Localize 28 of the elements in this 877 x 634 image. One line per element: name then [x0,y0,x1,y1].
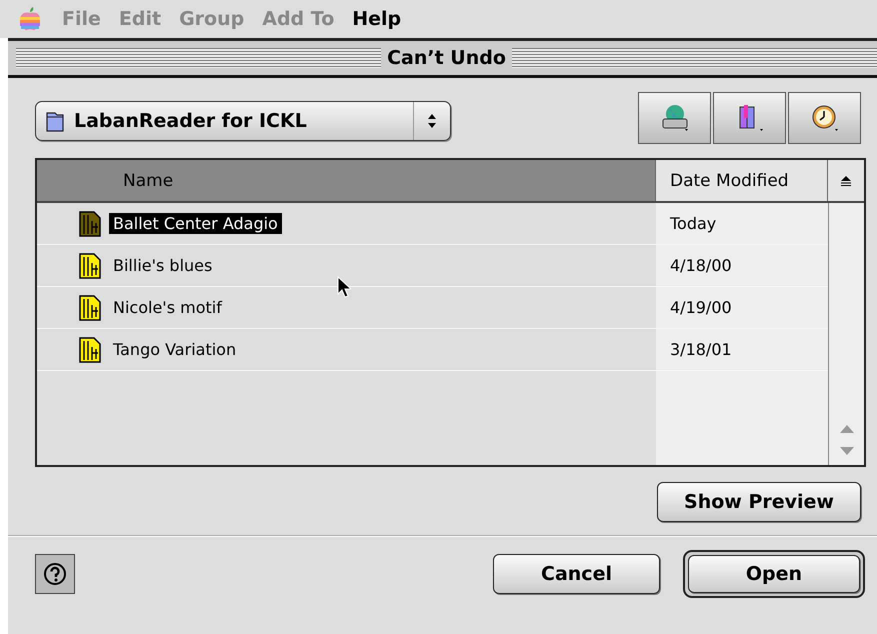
window-title: Can’t Undo [387,47,506,69]
date-modified: 4/19/00 [670,298,732,317]
file-name[interactable]: Nicole's motif [109,297,226,318]
open-button[interactable]: Open [688,555,860,593]
favorites-button[interactable] [713,92,786,144]
column-header[interactable]: Date Modified [656,160,828,201]
date-modified: Today [670,214,716,233]
location-popup[interactable]: LabanReader for ICKL [35,101,451,141]
title-bar[interactable]: Can’t Undo [8,41,877,78]
recent-button[interactable] [788,92,861,144]
file-name[interactable]: Tango Variation [109,339,240,360]
help-icon [43,562,67,586]
up-down-arrows-icon [427,113,437,129]
file-name[interactable]: Billie's blues [109,255,216,276]
help-button[interactable] [35,554,75,594]
sort-order-icon[interactable] [840,174,852,186]
document-icon[interactable] [79,210,101,236]
cancel-button[interactable]: Cancel [493,554,660,594]
document-icon[interactable] [79,336,101,362]
date-modified: 4/18/00 [670,256,732,275]
column-header[interactable]: Name [37,160,656,201]
network-button[interactable] [638,92,711,144]
show-preview-button[interactable]: Show Preview [657,482,861,522]
date-modified: 3/18/01 [670,340,732,359]
document-icon[interactable] [79,252,101,278]
document-icon[interactable] [79,294,101,320]
file-name[interactable]: Ballet Center Adagio [109,213,282,234]
menu-item[interactable]: Help [352,8,402,30]
